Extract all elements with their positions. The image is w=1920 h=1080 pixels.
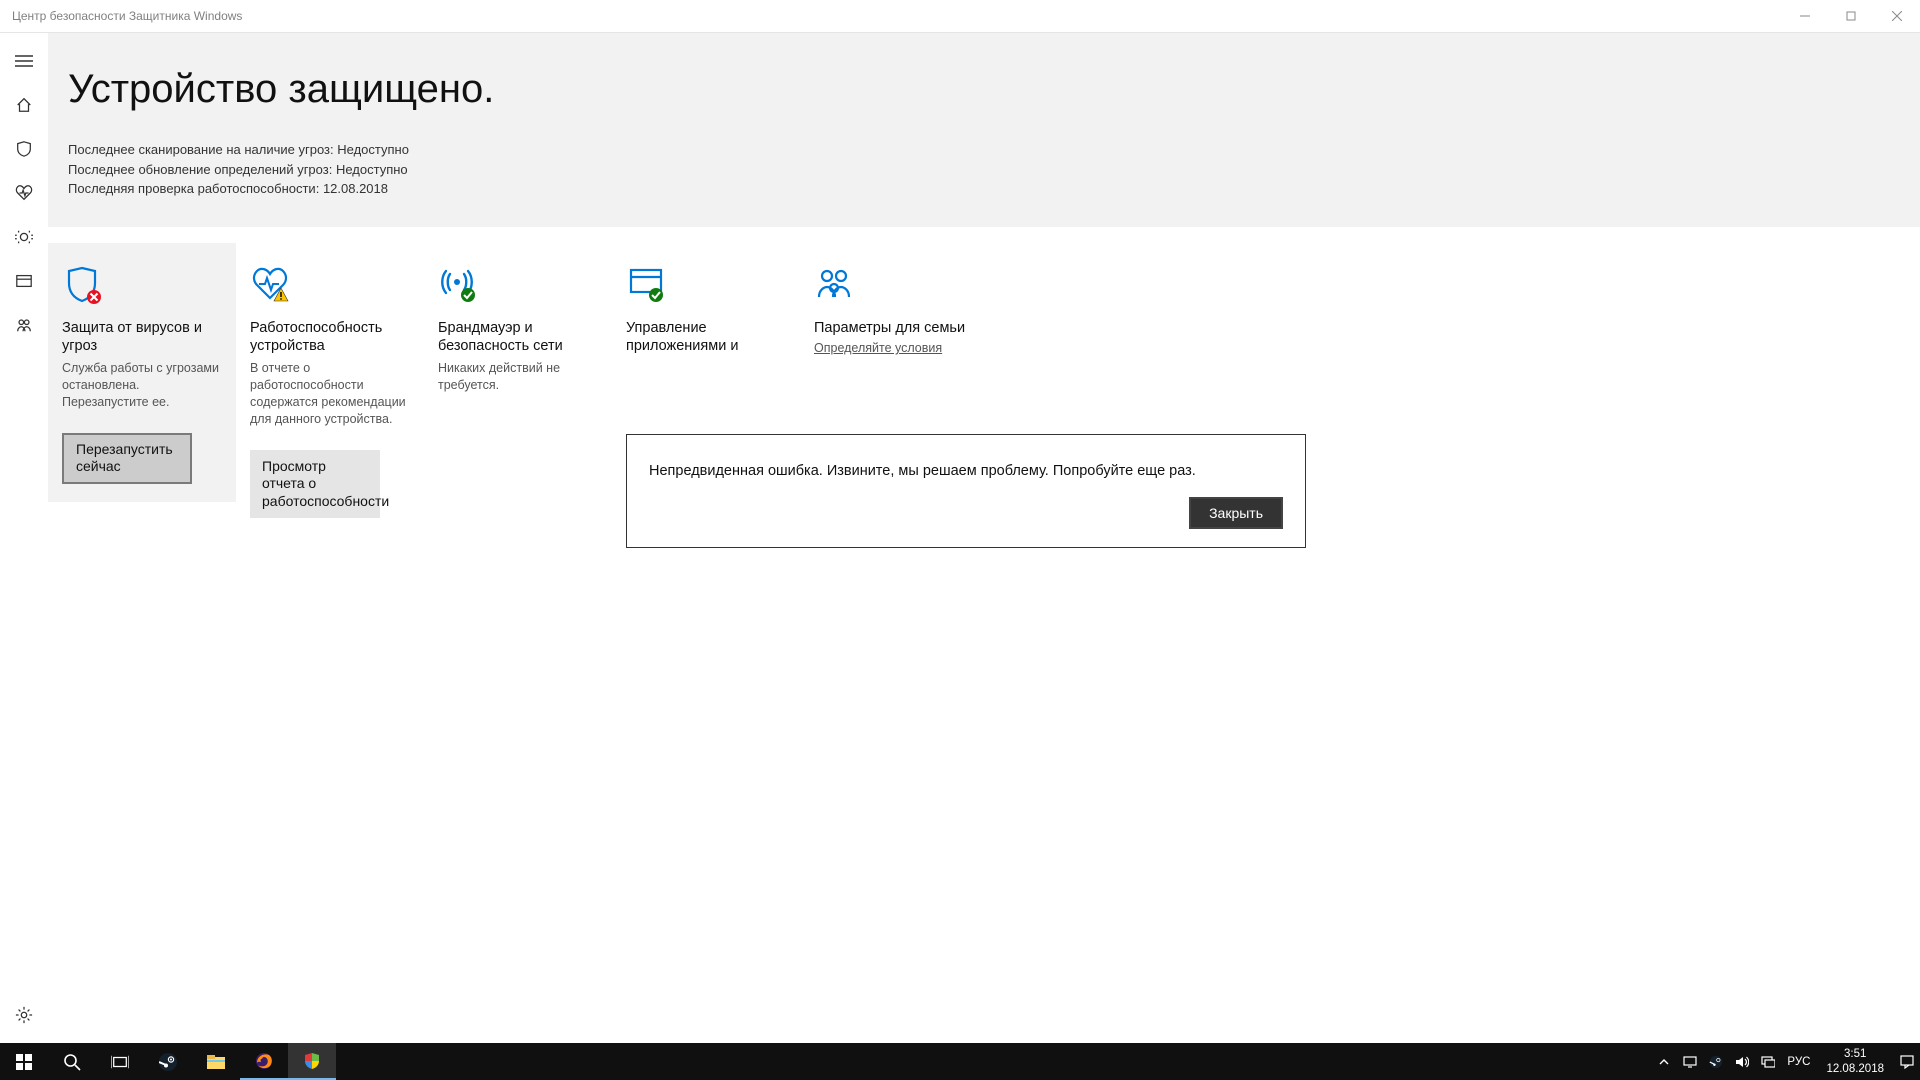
heart-warning-icon [250,261,410,309]
tile-firewall[interactable]: Брандмауэр и безопасность сети Никаких д… [424,243,612,412]
taskbar-app-defender[interactable] [288,1043,336,1080]
sidebar-item-health[interactable] [0,171,48,215]
tray-volume-icon[interactable] [1729,1043,1755,1080]
tray-date: 12.08.2018 [1826,1062,1884,1076]
scan-value: Недоступно [337,142,409,157]
tile-title: Управление приложениями и [626,319,786,357]
tray-chevron-icon[interactable] [1651,1043,1677,1080]
maximize-button[interactable] [1828,0,1874,33]
minimize-button[interactable] [1782,0,1828,33]
taskbar-app-firefox[interactable] [240,1043,288,1080]
window-title: Центр безопасности Защитника Windows [12,9,242,23]
signal-ok-icon [438,261,598,309]
tile-title: Брандмауэр и безопасность сети [438,319,598,357]
tile-title: Работоспособность устройства [250,319,410,357]
dialog-close-button[interactable]: Закрыть [1189,497,1283,529]
error-dialog: Непредвиденная ошибка. Извините, мы реша… [626,434,1306,548]
taskbar-app-steam[interactable] [144,1043,192,1080]
taskbar-app-explorer[interactable] [192,1043,240,1080]
status-line-defs: Последнее обновление определений угроз: … [68,160,1920,180]
tile-family[interactable]: Параметры для семьи Определяйте условия [800,243,988,376]
hamburger-menu[interactable] [0,39,48,83]
sidebar-item-virus[interactable] [0,127,48,171]
status-lines: Последнее сканирование на наличие угроз:… [68,140,1920,199]
close-button[interactable] [1874,0,1920,33]
view-report-button[interactable]: Просмотр отчета о работоспособности [250,450,380,519]
window-ok-icon [626,261,786,309]
restart-button[interactable]: Перезапустить сейчас [62,433,192,484]
health-label: Последняя проверка работоспособности: [68,181,319,196]
dialog-text: Непредвиденная ошибка. Извините, мы реша… [649,463,1283,479]
health-value: 12.08.2018 [323,181,388,196]
status-line-scan: Последнее сканирование на наличие угроз:… [68,140,1920,160]
tile-desc: Служба работы с угрозами остановлена. Пе… [62,360,222,411]
tile-title: Параметры для семьи [814,319,974,338]
taskbar: РУС 3:51 12.08.2018 [0,1043,1920,1080]
sidebar-item-settings[interactable] [0,993,48,1037]
tray-clock[interactable]: 3:51 12.08.2018 [1816,1047,1894,1076]
shield-error-icon [62,261,222,309]
tile-device-health[interactable]: Работоспособность устройства В отчете о … [236,243,424,537]
tile-desc: В отчете о работоспособности содержатся … [250,360,410,428]
sidebar-item-home[interactable] [0,83,48,127]
status-line-health: Последняя проверка работоспособности: 12… [68,179,1920,199]
search-button[interactable] [48,1043,96,1080]
family-icon [814,261,974,309]
tray-network-icon[interactable] [1755,1043,1781,1080]
tile-desc: Никаких действий не требуется. [438,360,598,394]
task-view-button[interactable] [96,1043,144,1080]
dialog-actions: Закрыть [649,497,1283,529]
tile-title: Защита от вирусов и угроз [62,319,222,357]
defs-label: Последнее обновление определений угроз: [68,162,332,177]
sidebar-item-app-browser[interactable] [0,259,48,303]
tray-screen-icon[interactable] [1677,1043,1703,1080]
sidebar [0,33,48,1043]
page-title: Устройство защищено. [68,67,1920,112]
start-button[interactable] [0,1043,48,1080]
window-controls [1782,0,1920,33]
tray-time: 3:51 [1826,1047,1884,1061]
sidebar-item-firewall[interactable] [0,215,48,259]
tray-steam-icon[interactable] [1703,1043,1729,1080]
tray-notifications-icon[interactable] [1894,1043,1920,1080]
sidebar-item-family[interactable] [0,303,48,347]
tile-app-browser[interactable]: Управление приложениями и [612,243,800,375]
window-defender-security-center: Центр безопасности Защитника Windows [0,0,1920,1043]
tray-language[interactable]: РУС [1781,1056,1816,1068]
titlebar: Центр безопасности Защитника Windows [0,0,1920,33]
system-tray: РУС 3:51 12.08.2018 [1651,1043,1920,1080]
defs-value: Недоступно [336,162,408,177]
hero: Устройство защищено. Последнее сканирова… [48,33,1920,227]
scan-label: Последнее сканирование на наличие угроз: [68,142,334,157]
tile-virus-threat[interactable]: Защита от вирусов и угроз Служба работы … [48,243,236,502]
tile-link[interactable]: Определяйте условия [814,341,942,355]
